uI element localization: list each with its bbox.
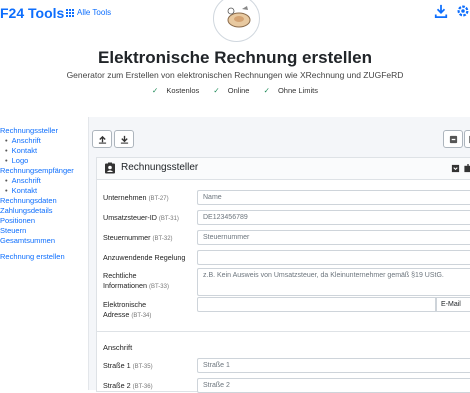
nav-item-zahlungsdetails[interactable]: Zahlungsdetails: [0, 206, 88, 216]
company-input[interactable]: Name: [197, 190, 470, 205]
nav-item-rechnung-erstellen[interactable]: Rechnung erstellen: [0, 252, 88, 262]
company-label: Unternehmen (BT-27): [103, 193, 169, 205]
settings-icon[interactable]: [456, 4, 470, 18]
address-type-select[interactable]: E-Mail: [436, 297, 470, 312]
regulation-label: Anzuwendende Regelung: [103, 253, 185, 263]
feature-item: ✓ Ohne Limits: [261, 86, 321, 95]
electronic-address-label: ElektronischeAdresse (BT-34): [103, 300, 151, 321]
nav-subitem-anschrift[interactable]: Anschrift: [0, 176, 88, 186]
all-tools-link[interactable]: Alle Tools: [66, 8, 111, 17]
regulation-select[interactable]: [197, 250, 470, 265]
vat-id-input[interactable]: DE123456789: [197, 210, 470, 225]
vat-id-label: Umsatzsteuer-ID (BT-31): [103, 213, 179, 225]
section-divider: [97, 331, 470, 332]
street1-input[interactable]: Straße 1: [197, 358, 470, 373]
collapse-icon: [449, 135, 458, 144]
more-button[interactable]: [464, 130, 470, 148]
upload-icon: [98, 135, 107, 144]
download-icon[interactable]: [434, 4, 448, 18]
nav-subitem-anschrift[interactable]: Anschrift: [0, 136, 88, 146]
nav-item-gesamtsummen[interactable]: Gesamtsummen: [0, 236, 88, 246]
nav-item-rechnungsempfaenger[interactable]: Rechnungsempfänger: [0, 166, 88, 176]
feature-item: ✓ Online: [210, 86, 252, 95]
legal-info-textarea[interactable]: z.B. Kein Ausweis von Umsatzsteuer, da K…: [197, 268, 470, 296]
top-navbar: F24 Tools Alle Tools: [0, 0, 470, 28]
electronic-address-input[interactable]: [197, 297, 436, 312]
nav-item-steuern[interactable]: Steuern: [0, 226, 88, 236]
collapse-all-button[interactable]: [443, 130, 463, 148]
check-icon: ✓: [213, 86, 219, 95]
nav-subitem-kontakt[interactable]: Kontakt: [0, 186, 88, 196]
tax-number-input[interactable]: Steuernummer: [197, 230, 470, 245]
all-tools-label: Alle Tools: [77, 8, 111, 17]
nav-item-rechnungssteller[interactable]: Rechnungssteller: [0, 126, 88, 136]
card-title: Rechnungssteller: [121, 162, 198, 173]
legal-info-label: RechtlicheInformationen (BT-33): [103, 271, 169, 292]
nav-item-positionen[interactable]: Positionen: [0, 216, 88, 226]
page-subtitle: Generator zum Erstellen von elektronisch…: [0, 70, 470, 80]
feature-item: ✓ Kostenlos: [149, 86, 202, 95]
grid-icon: [66, 9, 74, 17]
street2-label: Straße 2 (BT-36): [103, 381, 153, 393]
main-panel: Rechnungssteller Unternehmen (BT-27) Nam…: [88, 117, 470, 390]
export-icon[interactable]: [464, 164, 470, 173]
check-icon: ✓: [152, 86, 158, 95]
contact-card-icon: [104, 162, 116, 174]
address-section-title: Anschrift: [103, 343, 132, 352]
download-button[interactable]: [114, 130, 134, 148]
street2-input[interactable]: Straße 2: [197, 378, 470, 393]
nav-item-rechnungsdaten[interactable]: Rechnungsdaten: [0, 196, 88, 206]
header-actions: [434, 4, 470, 18]
logo-illustration-icon: [214, 0, 259, 41]
nav-subitem-kontakt[interactable]: Kontakt: [0, 146, 88, 156]
site-logo[interactable]: [213, 0, 260, 42]
nav-subitem-logo[interactable]: Logo: [0, 156, 88, 166]
tax-number-label: Steuernummer (BT-32): [103, 233, 173, 245]
save-icon[interactable]: [451, 164, 460, 173]
feature-list: ✓ Kostenlos ✓ Online ✓ Ohne Limits: [0, 86, 470, 95]
section-nav: Rechnungssteller Anschrift Kontakt Logo …: [0, 126, 88, 262]
brand-logo-text[interactable]: F24 Tools: [0, 5, 64, 21]
upload-button[interactable]: [92, 130, 112, 148]
street1-label: Straße 1 (BT-35): [103, 361, 153, 373]
rechnungssteller-card: Rechnungssteller Unternehmen (BT-27) Nam…: [96, 157, 470, 392]
card-header: Rechnungssteller: [97, 158, 470, 180]
check-icon: ✓: [264, 86, 270, 95]
page-title: Elektronische Rechnung erstellen: [0, 48, 470, 68]
download-icon: [120, 135, 129, 144]
